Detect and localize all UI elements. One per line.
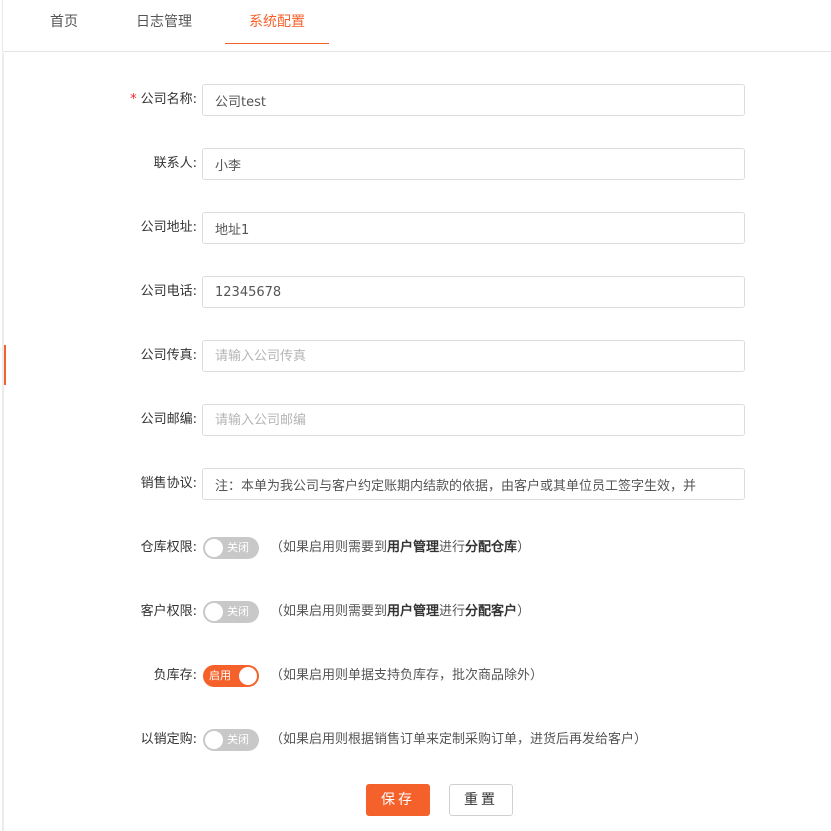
postcode-input[interactable] <box>202 404 745 436</box>
save-button[interactable]: 保存 <box>366 784 430 816</box>
address-input[interactable] <box>202 212 745 244</box>
customer-permission-hint: （如果启用则需要到用户管理进行分配客户） <box>270 604 531 619</box>
negative-stock-label: 负库存: <box>153 668 197 683</box>
form-row-contact: 联系人: <box>4 148 831 180</box>
form-row-phone: 公司电话: <box>4 276 831 308</box>
phone-input[interactable] <box>202 276 745 308</box>
form-row-purchase-by-sales: 以销定购: 关闭 （如果启用则根据销售订单来定制采购订单，进货后再发给客户） <box>4 724 831 756</box>
negative-stock-hint: （如果启用则单据支持负库存，批次商品除外） <box>270 668 544 683</box>
warehouse-permission-hint: （如果启用则需要到用户管理进行分配仓库） <box>270 540 531 555</box>
purchase-by-sales-label: 以销定购: <box>140 732 197 747</box>
company-name-label: * 公司名称: <box>130 92 197 107</box>
system-config-panel: *公司名称: 联系人: 公司地址: 公司电话: 公司传真: 公司邮编: 销售协议… <box>2 53 831 831</box>
toggle-knob <box>205 539 223 557</box>
fax-label: 公司传真: <box>140 348 197 363</box>
warehouse-permission-toggle[interactable]: 关闭 <box>203 537 259 559</box>
customer-permission-label: 客户权限: <box>140 604 197 619</box>
postcode-label: 公司邮编: <box>140 412 197 427</box>
toggle-knob <box>205 731 223 749</box>
phone-label: 公司电话: <box>140 284 197 299</box>
form-row-customer-permission: 客户权限: 关闭 （如果启用则需要到用户管理进行分配客户） <box>4 596 831 628</box>
toggle-knob <box>239 667 257 685</box>
fax-input[interactable] <box>202 340 745 372</box>
customer-permission-toggle[interactable]: 关闭 <box>203 601 259 623</box>
warehouse-permission-label: 仓库权限: <box>140 540 197 555</box>
form-row-postcode: 公司邮编: <box>4 404 831 436</box>
negative-stock-toggle[interactable]: 启用 <box>203 665 259 687</box>
form-row-sales-agreement: 销售协议: <box>4 468 831 500</box>
toggle-state-text: 关闭 <box>227 605 249 618</box>
form-row-warehouse-permission: 仓库权限: 关闭 （如果启用则需要到用户管理进行分配仓库） <box>4 532 831 564</box>
sales-agreement-label: 销售协议: <box>140 476 197 491</box>
contact-label: 联系人: <box>153 156 197 171</box>
toggle-knob <box>205 603 223 621</box>
form-row-fax: 公司传真: <box>4 340 831 372</box>
address-label: 公司地址: <box>140 220 197 235</box>
tab-bar: 首页 日志管理 系统配置 <box>2 0 831 52</box>
tab-log-management[interactable]: 日志管理 <box>133 0 195 44</box>
form-row-company-name: * 公司名称: <box>4 84 831 116</box>
contact-input[interactable] <box>202 148 745 180</box>
form-row-negative-stock: 负库存: 启用 （如果启用则单据支持负库存，批次商品除外） <box>4 660 831 692</box>
sales-agreement-input[interactable] <box>202 468 745 500</box>
tab-system-config[interactable]: 系统配置 <box>225 0 329 44</box>
toggle-state-text: 关闭 <box>227 541 249 554</box>
toggle-state-text: 关闭 <box>227 733 249 746</box>
form-row-address: 公司地址: <box>4 212 831 244</box>
required-mark: * <box>130 92 137 107</box>
tab-home[interactable]: 首页 <box>47 0 81 44</box>
company-name-input[interactable] <box>202 84 745 116</box>
purchase-by-sales-hint: （如果启用则根据销售订单来定制采购订单，进货后再发给客户） <box>270 732 648 747</box>
purchase-by-sales-toggle[interactable]: 关闭 <box>203 729 259 751</box>
reset-button[interactable]: 重置 <box>449 784 513 816</box>
toggle-state-text: 启用 <box>209 669 231 682</box>
